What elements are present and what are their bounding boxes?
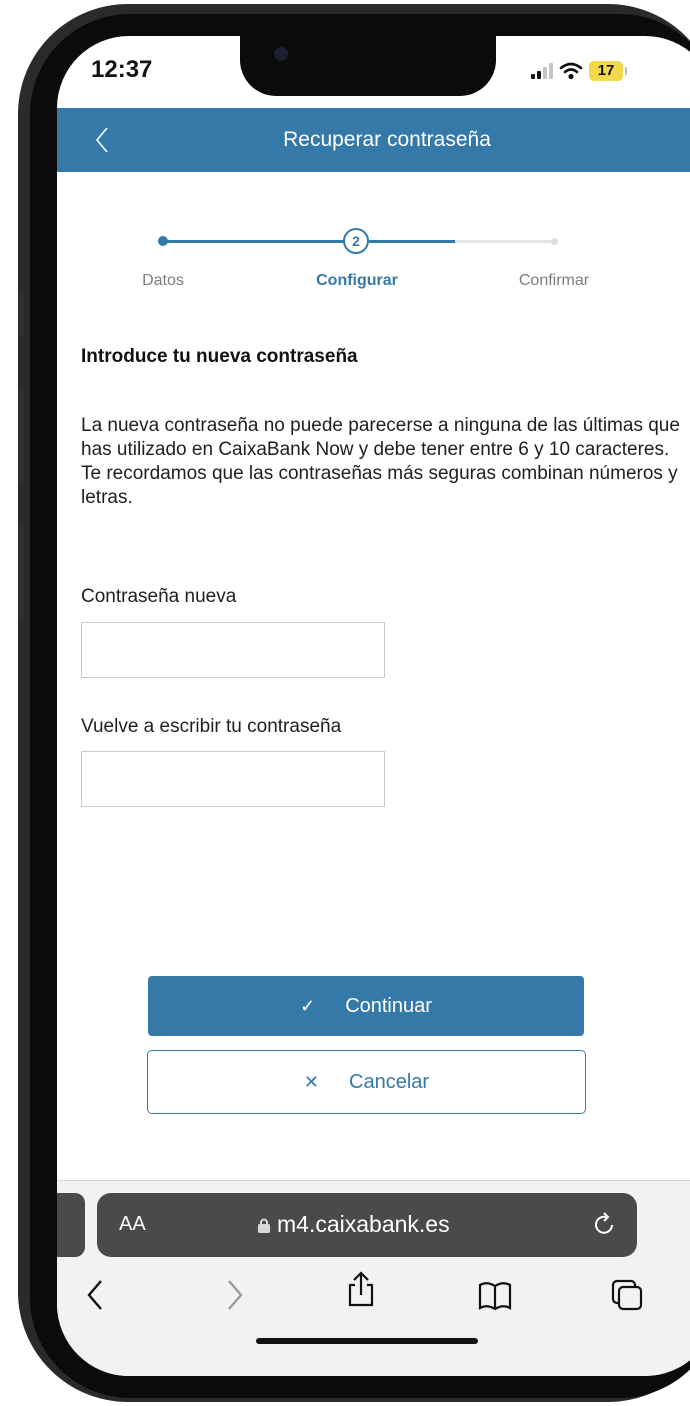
bookmarks-icon[interactable] — [477, 1277, 513, 1313]
cancel-button-label: Cancelar — [349, 1070, 430, 1093]
password-requirements-text: La nueva contraseña no puede parecerse a… — [81, 415, 680, 508]
url-text: m4.caixabank.es — [277, 1211, 450, 1237]
forward-icon[interactable] — [215, 1277, 251, 1313]
step-number-configurar: 2 — [343, 228, 369, 254]
new-password-label: Contraseña nueva — [81, 586, 237, 607]
wifi-icon — [559, 62, 583, 80]
status-time: 12:37 — [91, 56, 153, 83]
home-indicator[interactable] — [256, 1338, 478, 1344]
text-size-button[interactable]: AA — [119, 1213, 146, 1236]
tabs-icon[interactable] — [609, 1277, 645, 1313]
reload-icon[interactable] — [591, 1210, 617, 1238]
step-dot-datos — [158, 236, 168, 246]
action-button — [18, 290, 24, 336]
status-indicators: 17 — [531, 60, 627, 82]
lock-icon — [258, 1218, 270, 1233]
step-label-configurar: Configurar — [316, 272, 398, 289]
confirm-password-input[interactable] — [81, 751, 385, 807]
stepper-line-pending — [455, 240, 555, 243]
continue-button-label: Continuar — [345, 994, 432, 1017]
signal-icon — [531, 63, 553, 79]
step-dot-confirmar — [551, 238, 558, 245]
dynamic-island — [240, 36, 496, 96]
cancel-button[interactable]: ✕ Cancelar — [147, 1050, 586, 1114]
step-label-confirmar: Confirmar — [518, 272, 590, 289]
back-icon[interactable] — [79, 1277, 115, 1313]
address-bar[interactable]: AA m4.caixabank.es — [97, 1193, 637, 1257]
front-camera — [274, 47, 288, 61]
section-title: Introduce tu nueva contraseña — [81, 346, 358, 367]
volume-down-button — [18, 522, 24, 622]
stepper-line-done — [165, 240, 345, 243]
share-icon[interactable] — [343, 1271, 379, 1307]
screen: 12:37 17 Recuperar contraseña 2 Datos Co… — [57, 36, 690, 1376]
progress-stepper: 2 Datos Configurar Confirmar — [57, 216, 690, 296]
app-header: Recuperar contraseña — [57, 108, 690, 172]
step-label-datos: Datos — [142, 272, 184, 289]
confirm-password-label: Vuelve a escribir tu contraseña — [81, 716, 342, 737]
browser-toolbar: AA m4.caixabank.es — [57, 1180, 690, 1376]
volume-up-button — [18, 386, 24, 486]
battery-indicator: 17 — [589, 61, 627, 81]
check-icon: ✓ — [300, 995, 316, 1016]
stepper-line-current — [369, 240, 455, 243]
close-icon: ✕ — [303, 1071, 320, 1092]
address-bar-url: m4.caixabank.es — [257, 1211, 450, 1238]
new-password-input[interactable] — [81, 622, 385, 678]
previous-tab-preview[interactable] — [57, 1193, 85, 1257]
continue-button[interactable]: ✓ Continuar — [148, 976, 584, 1036]
page-title: Recuperar contraseña — [283, 128, 491, 151]
